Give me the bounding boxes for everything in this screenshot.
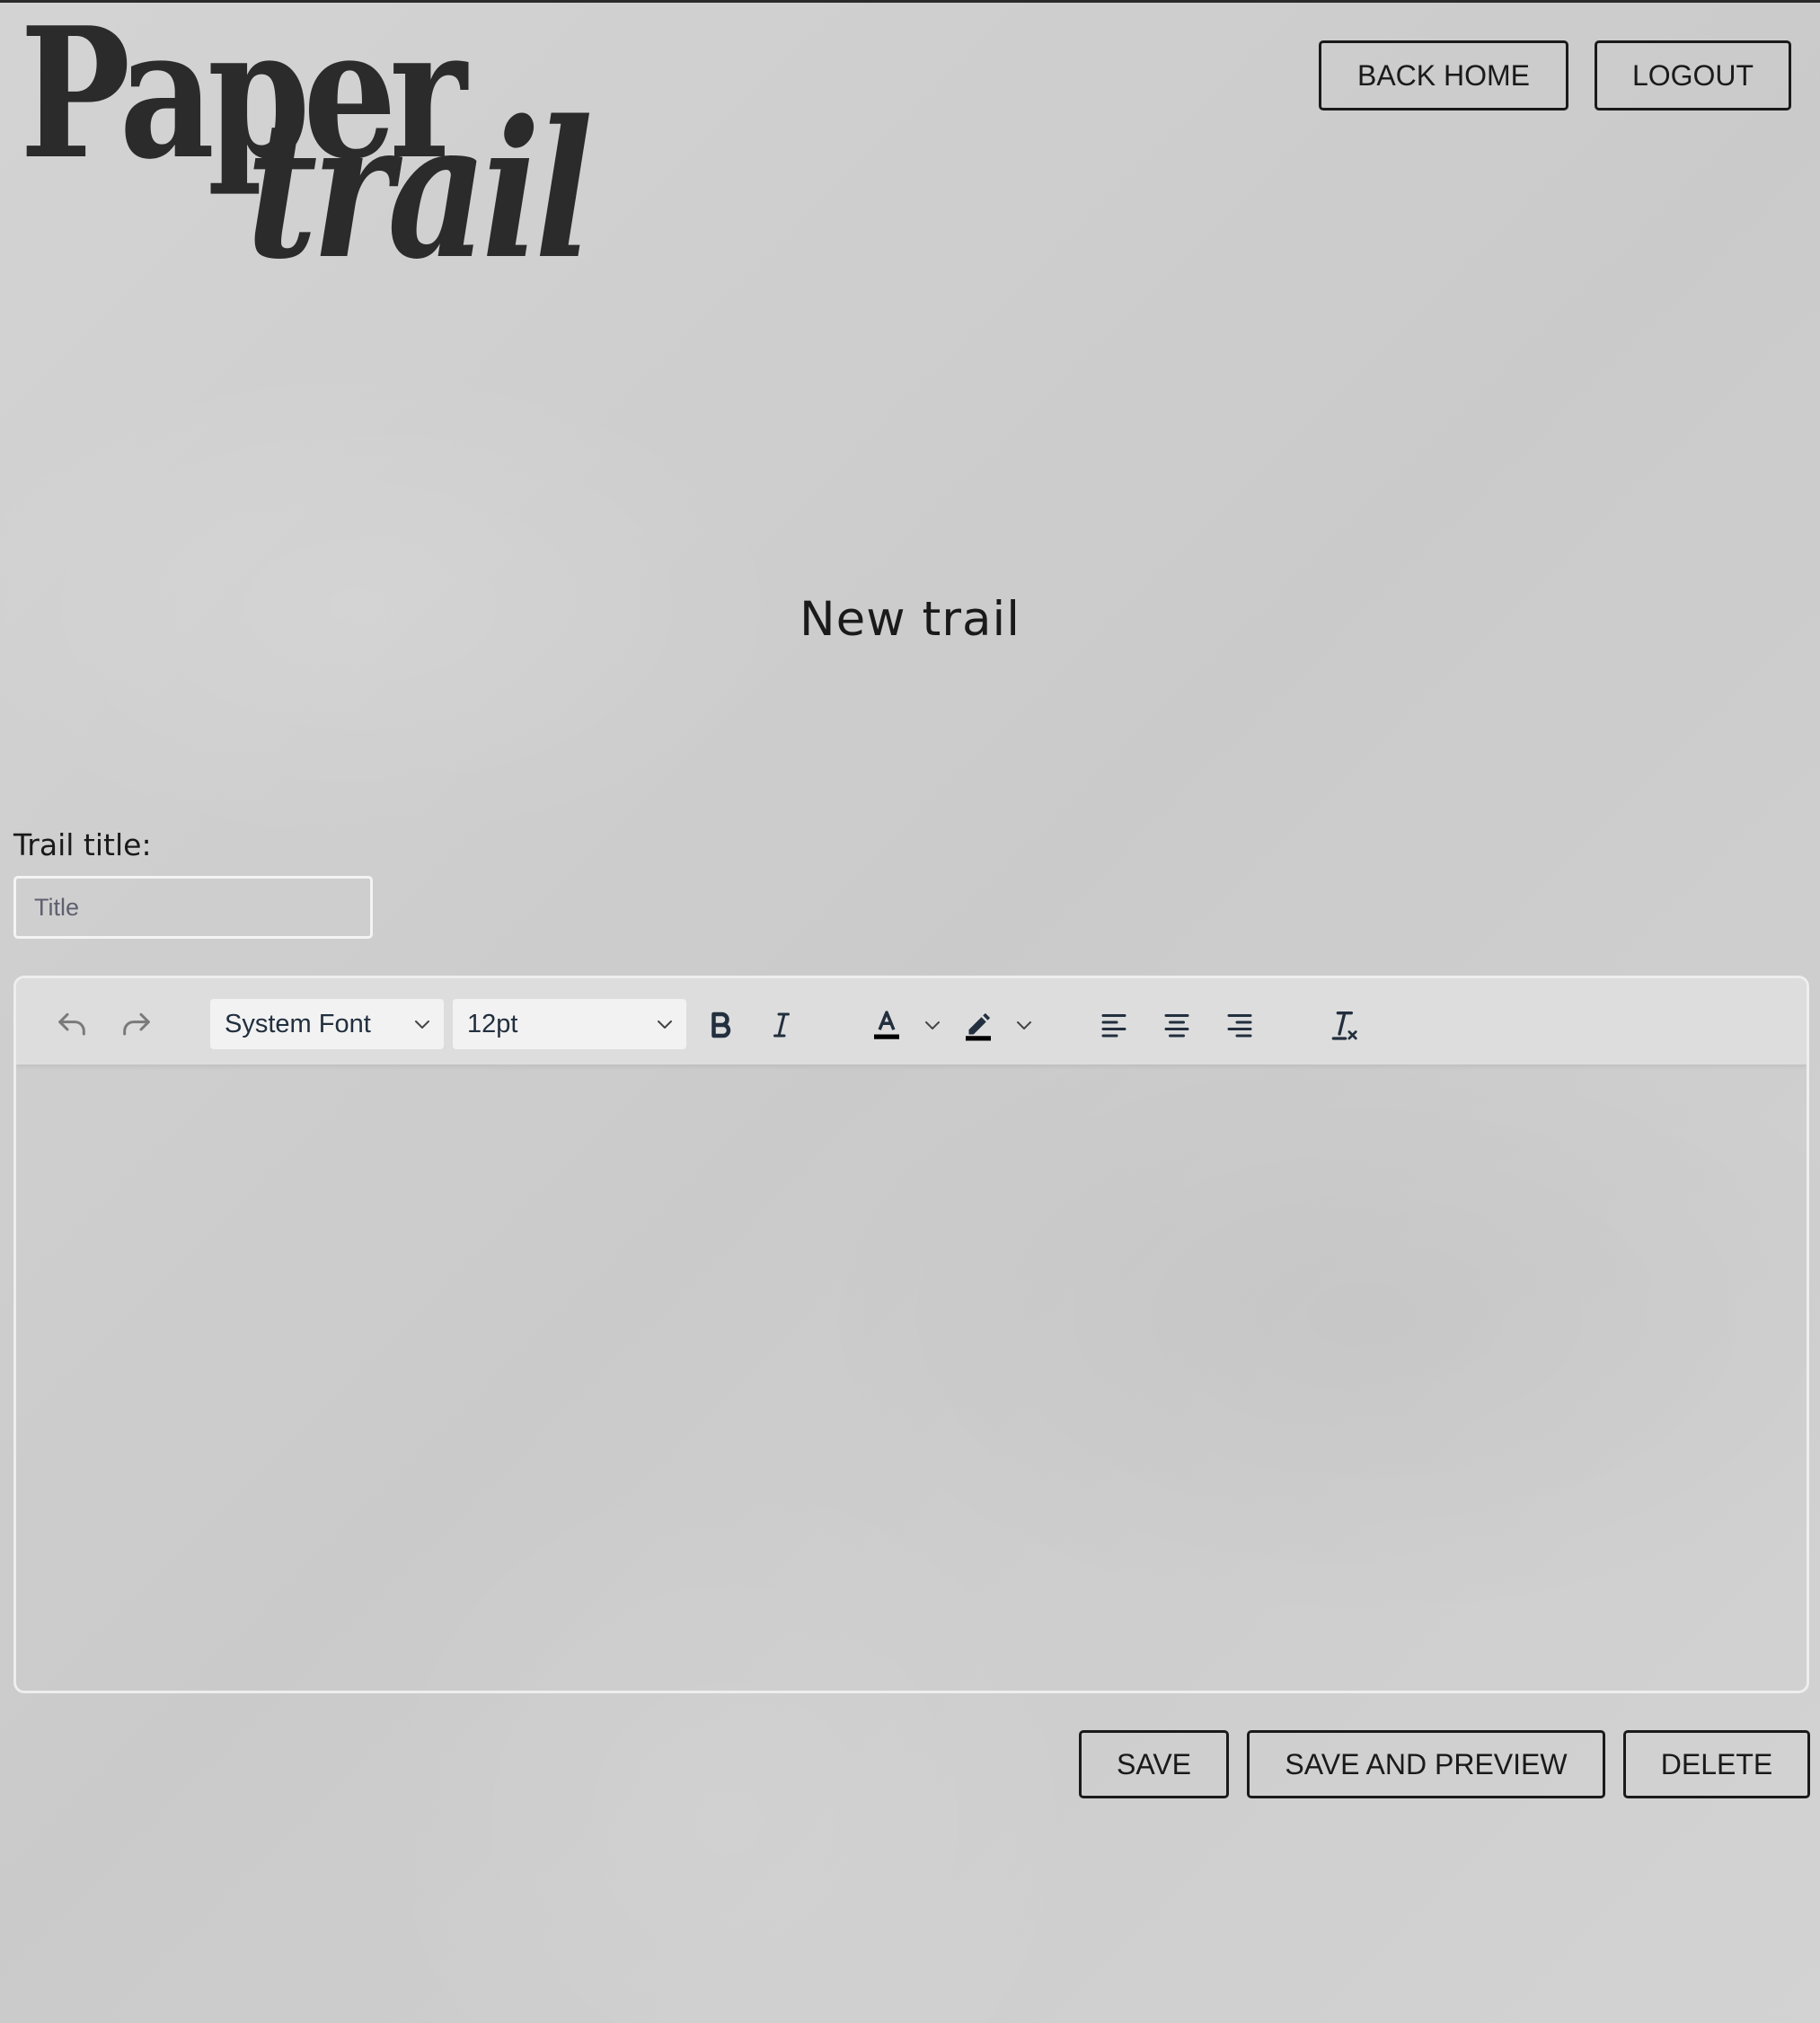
undo-button[interactable] <box>49 1002 95 1048</box>
page-title: New trail <box>800 592 1020 647</box>
text-color-button[interactable] <box>864 1002 909 1048</box>
font-size-select[interactable]: 12pt <box>453 999 686 1049</box>
highlight-color-dropdown[interactable] <box>1010 1009 1038 1041</box>
font-size-value: 12pt <box>467 1009 518 1038</box>
logout-button[interactable]: LOGOUT <box>1595 40 1791 110</box>
editor-toolbar: System Font 12pt <box>16 978 1807 1065</box>
text-color-dropdown[interactable] <box>918 1009 947 1041</box>
undo-icon <box>58 1012 85 1036</box>
trail-title-input[interactable] <box>13 876 373 939</box>
italic-icon <box>773 1012 790 1038</box>
highlight-color-button[interactable] <box>956 1002 1001 1048</box>
editor-content-area[interactable] <box>16 1065 1807 1691</box>
rich-text-editor: System Font 12pt <box>13 976 1809 1693</box>
bold-button[interactable] <box>697 1002 744 1048</box>
save-button[interactable]: SAVE <box>1079 1730 1229 1798</box>
chevron-down-icon <box>1017 1021 1031 1029</box>
redo-icon <box>123 1012 150 1036</box>
logo: Paper trail <box>20 4 593 285</box>
align-right-icon <box>1227 1014 1252 1038</box>
trail-title-label: Trail title: <box>13 827 152 862</box>
chevron-down-icon <box>658 1020 672 1029</box>
logo-word-trail: trail <box>246 79 593 301</box>
align-center-icon <box>1164 1014 1189 1038</box>
save-and-preview-button[interactable]: SAVE AND PREVIEW <box>1247 1730 1605 1798</box>
clear-formatting-icon <box>1331 1012 1357 1040</box>
align-left-icon <box>1101 1014 1126 1038</box>
back-home-button[interactable]: BACK HOME <box>1319 40 1568 110</box>
font-family-select[interactable]: System Font <box>210 999 444 1049</box>
align-left-button[interactable] <box>1091 1002 1137 1048</box>
delete-button[interactable]: DELETE <box>1623 1730 1810 1798</box>
italic-button[interactable] <box>758 1002 805 1048</box>
align-right-button[interactable] <box>1216 1002 1263 1048</box>
font-family-value: System Font <box>225 1009 371 1038</box>
text-color-icon <box>874 1011 899 1039</box>
align-center-button[interactable] <box>1153 1002 1200 1048</box>
chevron-down-icon <box>415 1020 429 1029</box>
clear-formatting-button[interactable] <box>1321 1002 1367 1048</box>
redo-button[interactable] <box>113 1002 160 1048</box>
highlight-color-icon <box>966 1012 991 1041</box>
bold-icon <box>711 1012 731 1038</box>
chevron-down-icon <box>925 1021 940 1029</box>
